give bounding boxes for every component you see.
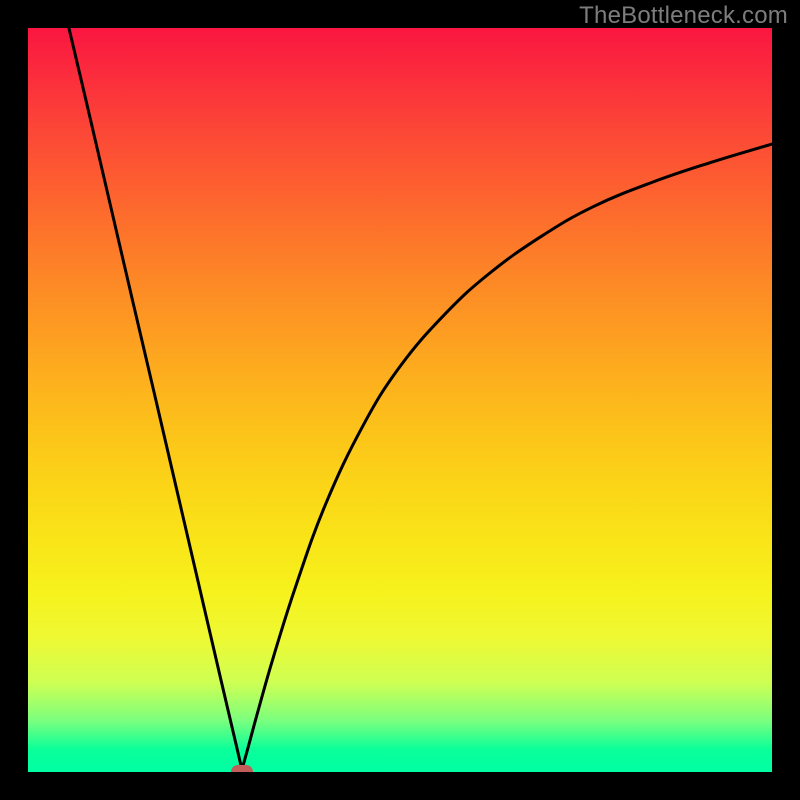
watermark-text: TheBottleneck.com <box>579 2 788 30</box>
minimum-marker <box>231 765 253 772</box>
chart-frame: TheBottleneck.com <box>0 0 800 800</box>
plot-area <box>28 28 772 772</box>
curve-overlay <box>28 28 772 772</box>
bottleneck-curve <box>69 28 772 772</box>
